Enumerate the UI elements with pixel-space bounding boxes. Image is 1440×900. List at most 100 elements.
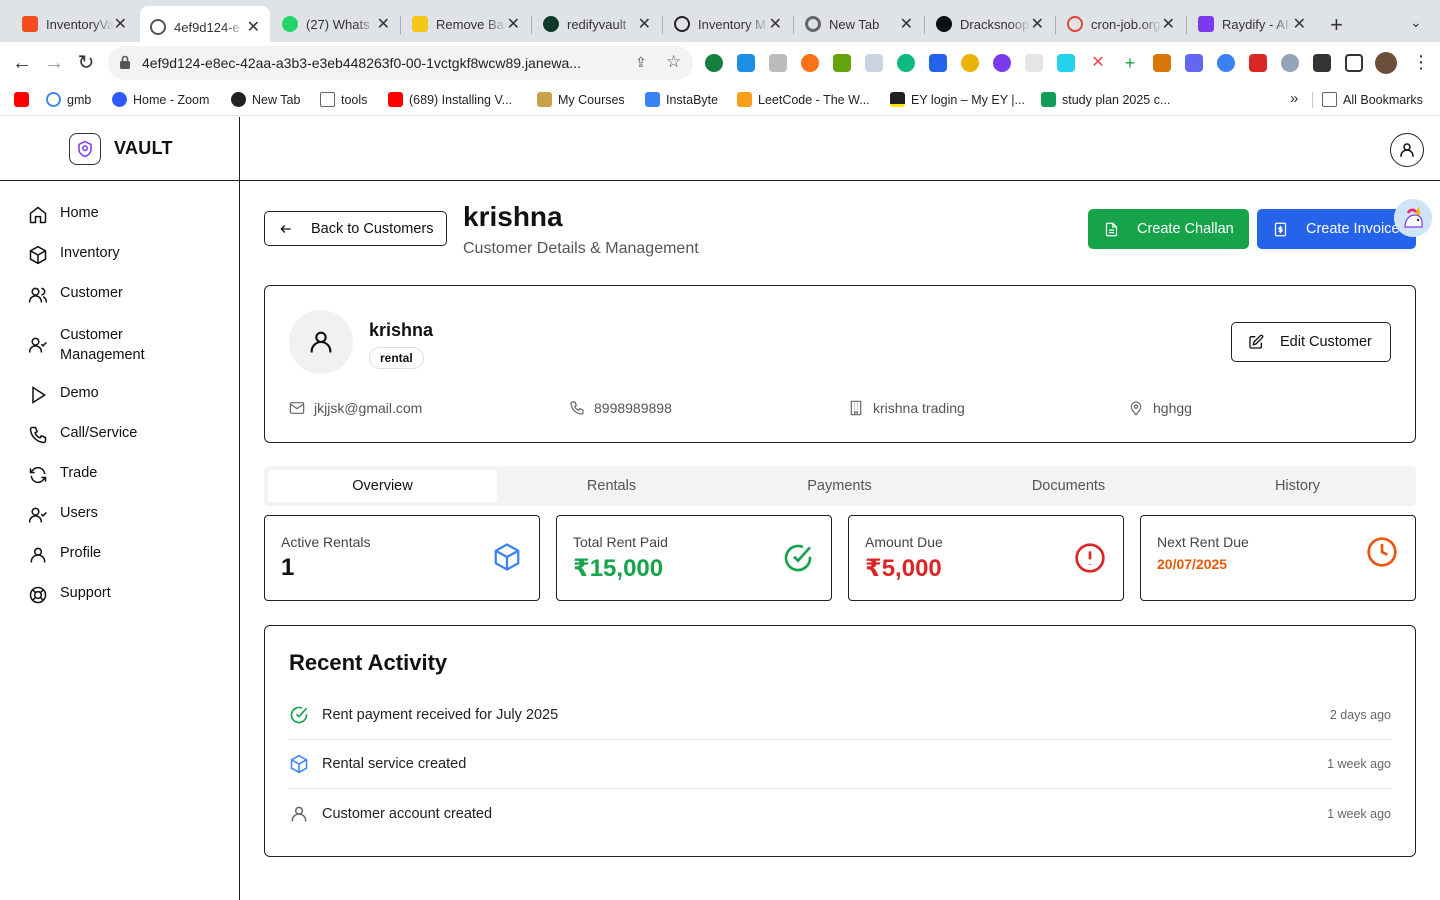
close-tab-icon[interactable]: ✕ bbox=[900, 14, 913, 34]
edit-customer-button[interactable]: Edit Customer bbox=[1231, 322, 1391, 362]
back-arrow-icon[interactable]: ← bbox=[10, 51, 34, 75]
sidebar-item-users[interactable]: Users bbox=[28, 505, 98, 525]
bookmark-item[interactable]: LeetCode - The W... bbox=[737, 92, 870, 107]
close-tab-icon[interactable]: ✕ bbox=[1031, 14, 1044, 34]
notion-extension-icon[interactable] bbox=[1057, 54, 1075, 72]
sidebar-item-trade[interactable]: Trade bbox=[28, 465, 97, 485]
address-bar[interactable]: 4ef9d124-e8ec-42aa-a3b3-e3eb448263f0-00-… bbox=[108, 46, 693, 80]
bookmark-star-icon[interactable]: ☆ bbox=[666, 52, 681, 72]
grammarly-extension-icon[interactable] bbox=[705, 54, 723, 72]
extension-icon[interactable] bbox=[1217, 54, 1235, 72]
puzzle-extensions-icon[interactable] bbox=[1313, 54, 1331, 72]
brand[interactable]: VAULT bbox=[0, 117, 239, 181]
shield-extension-icon[interactable] bbox=[1281, 54, 1299, 72]
browser-tab[interactable]: Dracksnoop ✕ bbox=[926, 6, 1054, 42]
sidebar-item-customer[interactable]: Customer bbox=[28, 285, 123, 305]
tab-title: Raydify - AI bbox=[1222, 16, 1289, 32]
bookmark-folder[interactable]: tools bbox=[320, 92, 367, 107]
close-tab-icon[interactable]: ✕ bbox=[507, 14, 520, 34]
sidebar-item-customer-management[interactable]: Customer Management bbox=[28, 325, 158, 365]
browser-tab[interactable]: redifyvault ✕ bbox=[533, 6, 661, 42]
activity-text: Customer account created bbox=[322, 805, 493, 822]
reload-icon[interactable]: ↻ bbox=[74, 51, 98, 75]
bookmark-item[interactable]: My Courses bbox=[537, 92, 625, 107]
back-to-customers-button[interactable]: Back to Customers bbox=[264, 211, 447, 246]
browser-tab[interactable]: Raydify - AI ✕ bbox=[1188, 6, 1316, 42]
tab-rentals[interactable]: Rentals bbox=[497, 470, 726, 502]
bookmark-label: My Courses bbox=[558, 92, 625, 107]
close-tab-icon[interactable]: ✕ bbox=[247, 17, 260, 37]
back-button-label: Back to Customers bbox=[311, 220, 434, 237]
browser-tab[interactable]: New Tab ✕ bbox=[795, 6, 923, 42]
close-tab-icon[interactable]: ✕ bbox=[377, 14, 390, 34]
tab-search-chevron-icon[interactable]: ⌄ bbox=[1410, 14, 1422, 31]
create-invoice-button[interactable]: Create Invoice bbox=[1257, 209, 1416, 249]
browser-tab[interactable]: InventoryVa ✕ bbox=[12, 6, 137, 42]
browser-tab[interactable]: Remove Ba ✕ bbox=[402, 6, 530, 42]
close-extension-icon[interactable]: ✕ bbox=[1089, 54, 1107, 72]
bookmark-item[interactable]: (689) Installing V... bbox=[388, 92, 512, 107]
user-menu-button[interactable] bbox=[1390, 133, 1424, 167]
camera-extension-icon[interactable] bbox=[769, 54, 787, 72]
close-tab-icon[interactable]: ✕ bbox=[769, 14, 782, 34]
extension-icon[interactable] bbox=[1249, 54, 1267, 72]
extension-icon[interactable] bbox=[993, 54, 1011, 72]
tab-separator bbox=[531, 16, 532, 34]
unicorn-mascot-icon[interactable] bbox=[1394, 199, 1432, 237]
bookmark-item[interactable]: study plan 2025 c... bbox=[1041, 92, 1170, 107]
url-text[interactable]: 4ef9d124-e8ec-42aa-a3b3-e3eb448263f0-00-… bbox=[142, 55, 622, 71]
extension-icon[interactable] bbox=[961, 54, 979, 72]
remove-bg-icon bbox=[412, 16, 428, 32]
extension-icon[interactable] bbox=[897, 54, 915, 72]
bookmark-label: InstaByte bbox=[666, 92, 719, 107]
new-tab-icon[interactable]: + bbox=[1330, 12, 1343, 38]
check-extension-icon[interactable] bbox=[929, 54, 947, 72]
create-challan-button[interactable]: Create Challan bbox=[1088, 209, 1249, 249]
kebab-menu-icon[interactable]: ⋮ bbox=[1412, 52, 1430, 73]
browser-tab[interactable]: Inventory M ✕ bbox=[664, 6, 792, 42]
more-bookmarks-icon[interactable]: » bbox=[1290, 90, 1298, 107]
sidebar-item-profile[interactable]: Profile bbox=[28, 545, 101, 565]
tab-overview[interactable]: Overview bbox=[268, 470, 497, 502]
plus-extension-icon[interactable]: + bbox=[1121, 54, 1139, 72]
profile-avatar-icon[interactable] bbox=[1375, 52, 1397, 74]
close-tab-icon[interactable]: ✕ bbox=[114, 14, 127, 34]
sidebar-item-call-service[interactable]: Call/Service bbox=[28, 425, 137, 445]
share-icon[interactable]: ⇪ bbox=[635, 54, 647, 71]
tab-history[interactable]: History bbox=[1183, 470, 1412, 502]
pen-extension-icon[interactable] bbox=[1025, 54, 1043, 72]
close-tab-icon[interactable]: ✕ bbox=[638, 14, 651, 34]
tab-payments[interactable]: Payments bbox=[725, 470, 954, 502]
extension-icon[interactable] bbox=[1153, 54, 1171, 72]
forward-arrow-icon[interactable]: → bbox=[42, 51, 66, 75]
bookmark-item[interactable]: InstaByte bbox=[645, 92, 718, 107]
bookmark-item[interactable]: New Tab bbox=[231, 92, 300, 107]
sidebar-item-home[interactable]: Home bbox=[28, 205, 99, 225]
sidebar-item-label: Profile bbox=[60, 545, 102, 561]
bookmark-item[interactable] bbox=[14, 92, 35, 107]
bookmark-item[interactable]: EY login – My EY |... bbox=[890, 92, 1025, 107]
extension-icon[interactable] bbox=[801, 54, 819, 72]
sidebar-item-inventory[interactable]: Inventory bbox=[28, 245, 120, 265]
user-check-icon bbox=[28, 337, 47, 353]
close-tab-icon[interactable]: ✕ bbox=[1293, 14, 1306, 34]
close-tab-icon[interactable]: ✕ bbox=[1162, 14, 1175, 34]
tab-documents[interactable]: Documents bbox=[954, 470, 1183, 502]
extension-icon[interactable] bbox=[833, 54, 851, 72]
ey-icon bbox=[890, 92, 905, 107]
activity-item: Rent payment received for July 2025 2 da… bbox=[289, 691, 1391, 740]
reader-extension-icon[interactable] bbox=[865, 54, 883, 72]
extension-icon[interactable] bbox=[737, 54, 755, 72]
browser-tab[interactable]: cron-job.org ✕ bbox=[1057, 6, 1185, 42]
vault-logo-icon bbox=[69, 132, 101, 165]
bookmark-item[interactable]: gmb bbox=[46, 92, 91, 107]
openai-icon bbox=[674, 16, 690, 32]
extension-icon[interactable] bbox=[1185, 54, 1203, 72]
all-bookmarks[interactable]: All Bookmarks bbox=[1322, 92, 1423, 107]
sidebar-item-label: Trade bbox=[60, 465, 98, 481]
bookmark-item[interactable]: Home - Zoom bbox=[112, 92, 209, 107]
sidebar-item-demo[interactable]: Demo bbox=[28, 385, 99, 405]
browser-tab[interactable]: (27) Whats ✕ bbox=[272, 6, 400, 42]
sidebar-item-support[interactable]: Support bbox=[28, 585, 111, 605]
sidepanel-icon[interactable] bbox=[1345, 54, 1363, 72]
